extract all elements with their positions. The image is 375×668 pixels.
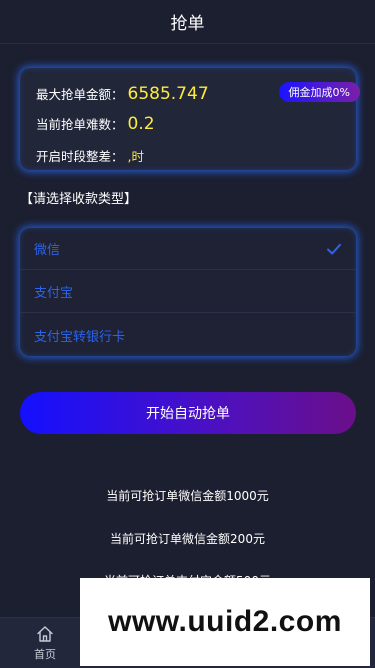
watermark-overlay: www.uuid2.com	[80, 578, 370, 666]
payment-section-title: 【请选择收款类型】	[20, 192, 138, 207]
time-row: 开启时段整差： ,时	[36, 146, 144, 165]
payment-option-wechat[interactable]: 微信	[20, 228, 356, 270]
payment-option-alipay-to-bank[interactable]: 支付宝转银行卡	[20, 314, 356, 356]
payment-type-list: 微信 支付宝 支付宝转银行卡	[20, 228, 356, 356]
time-label: 开启时段整差：	[36, 149, 124, 164]
payment-option-label: 支付宝	[34, 286, 74, 301]
quota-text: 当前可抢订单微信金额200元	[110, 532, 265, 546]
start-auto-grab-button[interactable]: 开始自动抢单	[20, 392, 356, 434]
difficulty-label: 当前抢单难数：	[36, 117, 124, 132]
payment-option-alipay[interactable]: 支付宝	[20, 271, 356, 313]
top-bar: 抢单	[0, 0, 375, 44]
max-amount-label: 最大抢单金额：	[36, 87, 124, 102]
difficulty-value: 0.2	[127, 114, 155, 134]
max-amount-row: 最大抢单金额： 6585.747	[36, 84, 209, 104]
quota-text: 当前可抢订单微信金额1000元	[106, 489, 269, 503]
page-title: 抢单	[170, 14, 205, 34]
time-value: ,时	[127, 149, 144, 164]
order-info-card: 最大抢单金额： 6585.747 当前抢单难数： 0.2 开启时段整差： ,时 …	[20, 68, 360, 170]
payment-option-label: 微信	[34, 243, 61, 258]
tab-home-label: 首页	[34, 648, 56, 661]
max-amount-value: 6585.747	[127, 84, 209, 104]
difficulty-row: 当前抢单难数： 0.2	[36, 114, 155, 134]
checkmark-icon	[327, 243, 341, 254]
home-icon	[37, 626, 53, 642]
tab-home[interactable]: 首页	[22, 624, 68, 664]
commission-bonus-badge: 佣金加成0%	[278, 82, 360, 102]
payment-option-label: 支付宝转银行卡	[34, 329, 126, 345]
watermark-text: www.uuid2.com	[108, 605, 342, 638]
